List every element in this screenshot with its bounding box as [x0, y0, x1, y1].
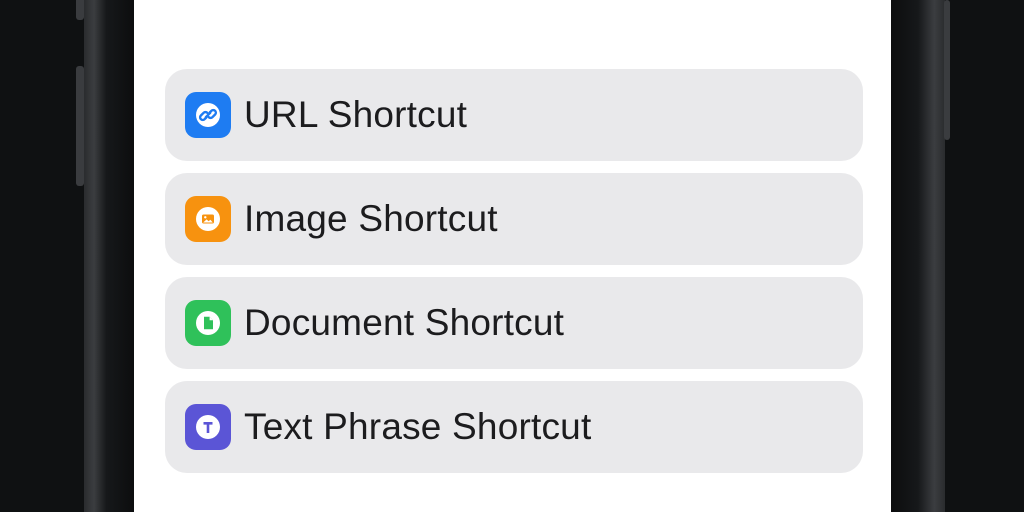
document-shortcut-option[interactable]: Document Shortcut [165, 277, 863, 369]
url-shortcut-option[interactable]: URL Shortcut [165, 69, 863, 161]
volume-button [76, 66, 84, 186]
url-shortcut-label: URL Shortcut [244, 94, 468, 135]
phone-screen: URL Shortcut Image Shortcut Document Sho… [134, 0, 891, 512]
phone-frame-left [84, 0, 134, 512]
side-button [76, 0, 84, 20]
shortcut-list: URL Shortcut Image Shortcut Document Sho… [165, 69, 863, 485]
text-icon [185, 404, 231, 450]
image-shortcut-label: Image Shortcut [244, 198, 498, 239]
phone-frame-right [891, 0, 945, 512]
link-icon [185, 92, 231, 138]
device-photo: URL Shortcut Image Shortcut Document Sho… [0, 0, 1024, 512]
document-shortcut-label: Document Shortcut [244, 302, 565, 343]
image-icon [185, 196, 231, 242]
document-icon [185, 300, 231, 346]
power-button [944, 0, 950, 140]
text-phrase-shortcut-option[interactable]: Text Phrase Shortcut [165, 381, 863, 473]
text-phrase-shortcut-label: Text Phrase Shortcut [244, 406, 592, 447]
image-shortcut-option[interactable]: Image Shortcut [165, 173, 863, 265]
